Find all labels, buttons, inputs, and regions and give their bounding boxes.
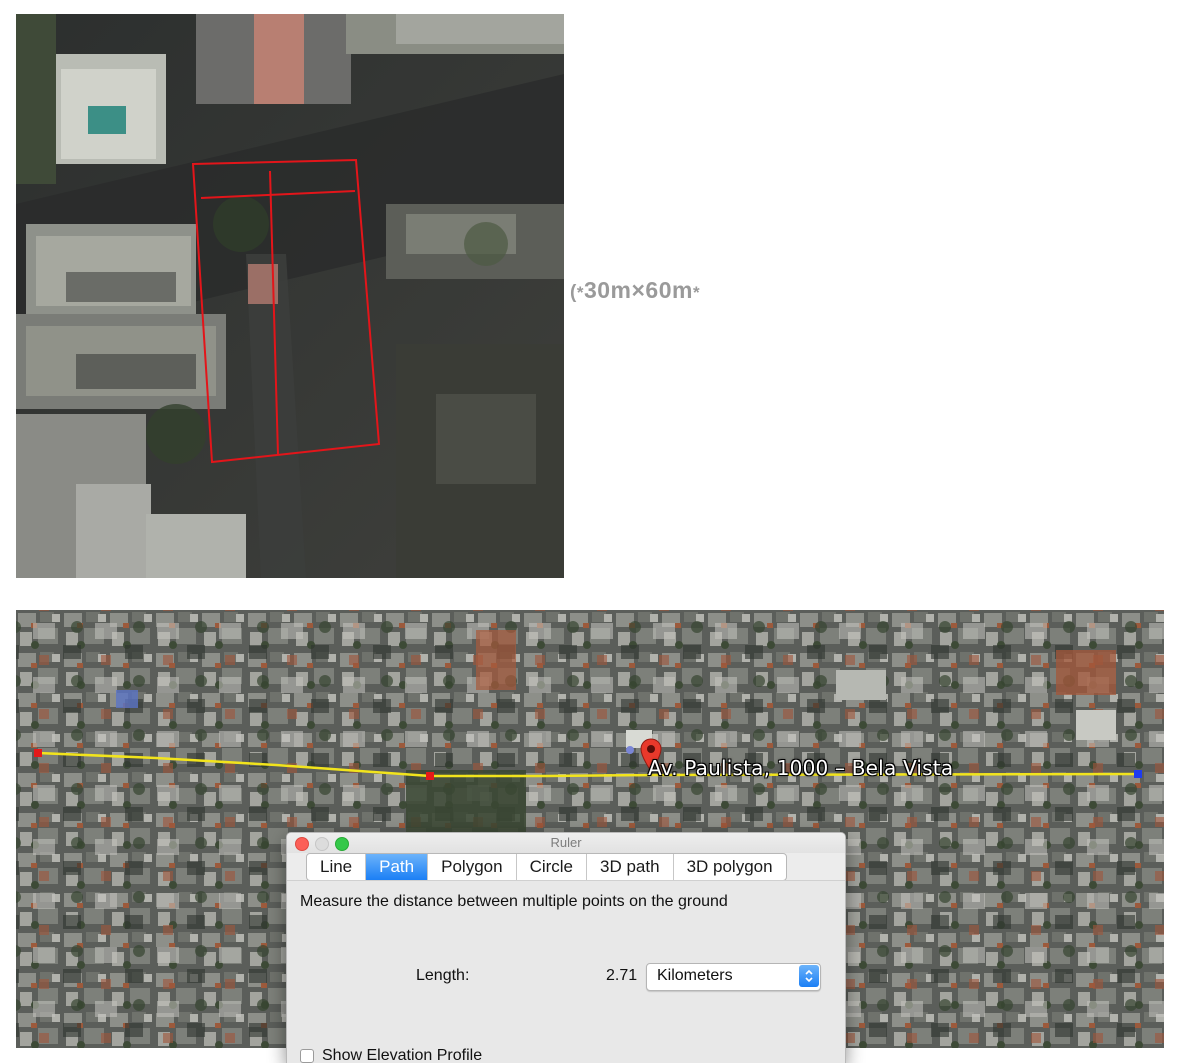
length-value: 2.71: [606, 967, 638, 984]
ruler-panel-body: Measure the distance between multiple po…: [287, 880, 845, 1063]
select-stepper-icon[interactable]: [799, 965, 819, 987]
tab-3d-path[interactable]: 3D path: [587, 854, 674, 880]
tab-circle[interactable]: Circle: [517, 854, 588, 880]
dimension-caption: (*30m×60m*: [570, 277, 701, 303]
aerial-photo-scene: [16, 14, 564, 578]
tab-path[interactable]: Path: [366, 854, 429, 880]
tab-line[interactable]: Line: [307, 854, 367, 880]
place-label[interactable]: Av. Paulista, 1000 – Bela Vista: [648, 756, 953, 780]
ruler-mode-tabs: Line Path Polygon Circle 3D path 3D poly…: [306, 853, 787, 881]
length-label: Length:: [416, 967, 470, 984]
tab-polygon[interactable]: Polygon: [428, 854, 517, 880]
dialog-title: Ruler: [550, 835, 582, 850]
path-start-point[interactable]: [34, 749, 42, 757]
path-end-point[interactable]: [1134, 770, 1142, 778]
unit-select-value: Kilometers: [657, 967, 733, 984]
place-dot: [626, 746, 634, 754]
dialog-titlebar[interactable]: Ruler: [287, 833, 845, 853]
unit-select[interactable]: Kilometers: [646, 963, 821, 991]
ruler-dialog[interactable]: Ruler Line Path Polygon Circle 3D path 3…: [286, 832, 846, 1063]
tab-3d-polygon[interactable]: 3D polygon: [674, 854, 786, 880]
mode-description: Measure the distance between multiple po…: [300, 893, 728, 910]
path-vertex-point[interactable]: [426, 772, 434, 780]
elevation-profile-label: Show Elevation Profile: [322, 1047, 483, 1063]
elevation-profile-checkbox[interactable]: [300, 1049, 314, 1063]
aerial-photo-closeup: [16, 14, 564, 578]
